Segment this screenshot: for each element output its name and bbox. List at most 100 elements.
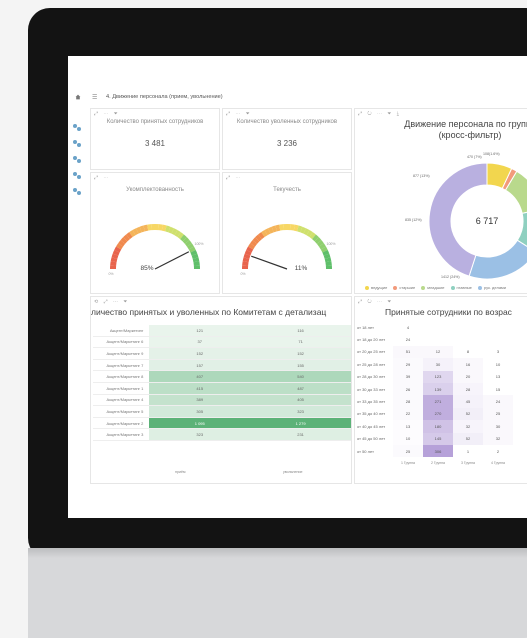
row-label: Акцент/Маркетинг 6: [93, 336, 150, 349]
heatmap-cell: 4: [393, 321, 423, 334]
heatmap-cell: 30: [483, 420, 513, 433]
table-row[interactable]: Акцент/Маркетинг 21 095 1 279: [93, 417, 351, 430]
heatmap-cell: 13: [483, 370, 513, 383]
home-icon[interactable]: [75, 94, 81, 100]
panel-toolbar[interactable]: ⤢ ⋯: [94, 175, 110, 181]
heatmap-row: от 40 до 45 лет 13 180 32 30: [357, 420, 513, 433]
panel-toolbar[interactable]: ⤢ ⋯: [226, 175, 242, 181]
donut-panel: ⤢ ↻ ⋯ ⏷ ⤓ Движение персонала по группе (…: [354, 108, 527, 294]
donut-label: 877 (13%): [413, 174, 430, 178]
group-icon[interactable]: [72, 171, 82, 180]
heatmap-cell: 1: [453, 444, 483, 458]
fired-cell: 231: [250, 428, 351, 441]
heatmap-cell: 51: [393, 345, 423, 359]
heatmap-cell: 25: [393, 444, 423, 458]
group-icon[interactable]: [72, 187, 82, 196]
top-bar: [68, 56, 527, 88]
hired-cell: 157: [149, 359, 251, 372]
heatmap-cell: [423, 333, 453, 346]
gauge-label: Текучесть: [273, 187, 301, 193]
heatmap-cell: 8: [453, 345, 483, 359]
gauge-max-label: 100%: [327, 242, 336, 246]
panel-toolbar[interactable]: ⤢ ⋯ ⏷: [226, 111, 252, 117]
heatmap-cell: 10: [393, 432, 423, 445]
heatmap-row-label: от 45 до 50 лет: [357, 436, 386, 442]
heatmap-cell: 24: [393, 333, 423, 346]
legend-swatch: [450, 285, 455, 290]
table-row[interactable]: Акцент/Маркетинг 5 305 323: [93, 405, 351, 418]
gauge-value: 11%: [295, 265, 308, 272]
hired-cell: 415: [149, 382, 251, 395]
heatmap-cell: 3: [483, 345, 513, 359]
donut-chart[interactable]: 6 717 470 (7%)108(1.6%) 877 (13%) 835 (12%)…: [399, 149, 527, 283]
legend-label: ведущие: [371, 285, 388, 290]
heatmap-cell: 180: [423, 420, 453, 433]
legend-item[interactable]: младшие: [421, 285, 445, 290]
panel-toolbar[interactable]: ⤢ ↻ ⋯ ⏷: [358, 299, 393, 305]
column-label: приём: [175, 470, 186, 474]
gauge-needle: [154, 251, 190, 270]
heatmap-cell: 25: [483, 407, 513, 421]
table-row[interactable]: Акцент/Маркетинг 4 389 405: [93, 394, 351, 407]
heatmap-cell: 29: [393, 358, 423, 371]
table-row[interactable]: Акцент/Маркетинг 121 116: [93, 325, 351, 337]
legend-item[interactable]: ведущие: [365, 285, 387, 290]
heatmap-cell: 145: [423, 432, 453, 445]
heatmap-col-label: 2 Группа: [430, 461, 445, 466]
hired-cell: 389: [149, 394, 251, 407]
sidebar: [68, 110, 88, 518]
fired-cell: 405: [250, 394, 351, 407]
heatmap-row: от 33 до 35 лет 28 271 45 24: [357, 395, 513, 408]
menu-icon[interactable]: ☰: [92, 94, 97, 101]
kpi-fired-panel: ⤢ ⋯ ⏷ Количество уволенных сотрудников 3…: [222, 108, 352, 170]
group-icon[interactable]: [72, 139, 82, 148]
row-label: Акцент/Маркетинг 2: [93, 417, 150, 430]
heatmap-row: от 35 до 40 лет 22 270 52 25: [357, 407, 513, 421]
group-icon[interactable]: [72, 123, 82, 132]
donut-center-value: 6 717: [476, 216, 499, 226]
table-row[interactable]: Акцент/Маркетинг 6 37 71: [93, 336, 351, 349]
fired-cell: 323: [250, 405, 351, 418]
heatmap-cell: 30: [423, 358, 453, 371]
legend-item[interactable]: старшие: [393, 285, 415, 290]
table-row[interactable]: Акцент/Маркетинг 8 407 540: [93, 370, 351, 383]
panel-toolbar[interactable]: ⤢ ⋯ ⏷: [94, 111, 120, 117]
heatmap-cell: 28: [393, 395, 423, 408]
row-label: Акцент/Маркетинг: [93, 325, 150, 337]
group-icon[interactable]: [72, 155, 82, 164]
heatmap-cell: 32: [453, 420, 483, 433]
table-row[interactable]: Акцент/Маркетинг 9 152 152: [93, 347, 351, 360]
legend-label: старшие: [399, 285, 416, 290]
gauge-staffing: 85% 0% 100%: [108, 224, 203, 276]
heatmap-cell: [423, 321, 453, 334]
heatmap-title: Принятые сотрудники по возрас: [385, 307, 512, 317]
panel-toolbar[interactable]: ⤢ ↻ ⋯ ⏷ ⤓: [358, 111, 401, 117]
heatmap-cell: 306: [423, 444, 453, 458]
heatmap-row-label: от 50 лет: [357, 448, 374, 454]
dashboard-screen: ☰ 4. Движение персонала (прием, увольнен…: [68, 56, 527, 518]
gauge-value: 85%: [140, 265, 153, 272]
donut-title-line1: Движение персонала по группе: [404, 119, 527, 129]
heatmap-row: от 18 лет 4: [357, 321, 513, 334]
donut-slice: [468, 239, 527, 280]
hired-cell: 37: [149, 336, 251, 349]
table-row[interactable]: Акцент/Маркетинг 3 323 231: [93, 428, 351, 441]
gauge-label: Укомплектованность: [126, 187, 184, 193]
hired-cell: 407: [149, 370, 251, 383]
row-label: Акцент/Маркетинг 4: [93, 394, 150, 407]
heatmap-col-label: 3 Группа: [460, 461, 475, 466]
hired-cell: 121: [149, 325, 251, 337]
gauge-turnover: 11% 0% 100%: [240, 224, 336, 276]
table-row[interactable]: Акцент/Маркетинг 1 415 487: [93, 382, 351, 395]
row-label: Акцент/Маркетинг 5: [93, 405, 150, 418]
heatmap-row: от 45 до 50 лет 10 145 52 32: [357, 432, 513, 445]
legend-swatch: [421, 285, 426, 290]
row-label: Акцент/Маркетинг 3: [93, 428, 150, 441]
legend-item[interactable]: главные: [450, 285, 472, 290]
legend-item[interactable]: рук. делами: [477, 285, 506, 290]
fired-cell: 152: [250, 347, 351, 360]
monitor-stand: [28, 548, 527, 638]
table-row[interactable]: Акцент/Маркетинг 7 157 155: [93, 359, 351, 372]
donut-label: 470 (7%): [467, 155, 482, 159]
panel-toolbar[interactable]: ⟲ ⤢ ⋯ ⏷: [94, 299, 129, 305]
